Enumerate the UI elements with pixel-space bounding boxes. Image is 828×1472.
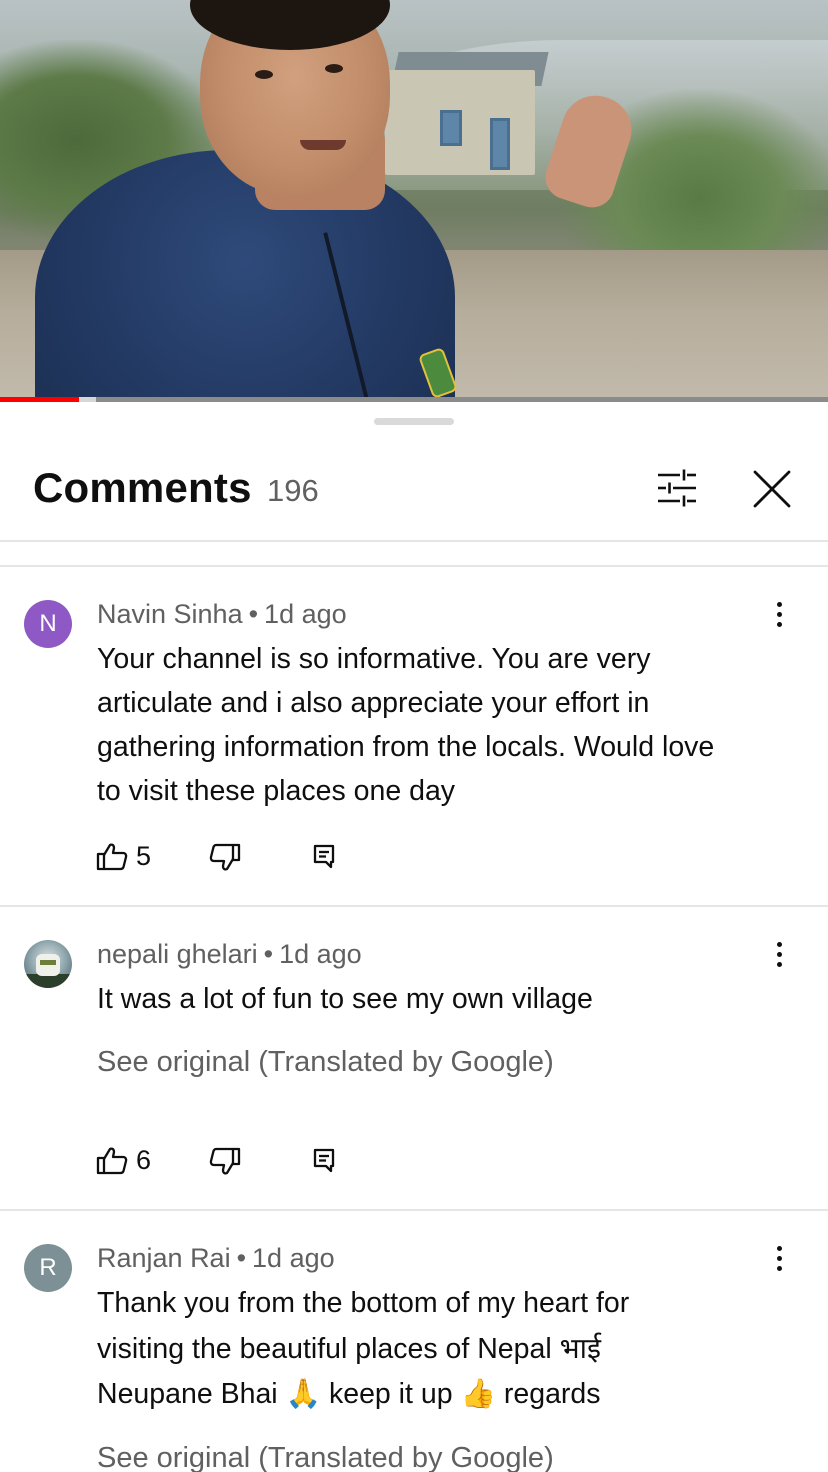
avatar[interactable] xyxy=(24,940,72,988)
see-original-link[interactable]: See original (Translated by Google) xyxy=(97,1046,554,1079)
comments-title: Comments xyxy=(33,464,252,511)
video-house-window xyxy=(440,110,462,146)
reply-comment-icon xyxy=(313,844,335,869)
video-person-eye xyxy=(255,70,273,79)
comment-text-line: gathering information from the locals. W… xyxy=(97,731,715,763)
comment-text-line: Neupane Bhai 🙏 keep it up 👍 regards xyxy=(97,1378,601,1410)
comment-text-line: Your channel is so informative. You are … xyxy=(97,643,651,675)
sliders-icon xyxy=(658,469,696,507)
reply-button[interactable] xyxy=(312,842,336,872)
avatar-photo-figure xyxy=(36,954,60,976)
comment-divider xyxy=(0,565,828,567)
header-divider xyxy=(0,540,828,542)
comment-divider xyxy=(0,905,828,907)
see-original-link[interactable]: See original (Translated by Google) xyxy=(97,1442,554,1472)
comment-actions: 5 xyxy=(96,841,356,872)
comment-text: Thank you from the bottom of my heart fo… xyxy=(97,1281,797,1418)
comment-text-line: visiting the beautiful places of Nepal भ… xyxy=(97,1332,602,1365)
comment-more-button[interactable] xyxy=(768,1244,792,1274)
comment-text-line: It was a lot of fun to see my own villag… xyxy=(97,983,593,1015)
comments-count: 196 xyxy=(267,473,319,508)
avatar[interactable]: N xyxy=(24,600,72,648)
comment-more-button[interactable] xyxy=(768,600,792,630)
filter-button[interactable] xyxy=(654,468,700,508)
comment-author[interactable]: Navin Sinha xyxy=(97,599,243,629)
comment-divider xyxy=(0,1209,828,1211)
comment-text: Your channel is so informative. You are … xyxy=(97,637,797,813)
thumbs-up-icon xyxy=(96,843,128,871)
avatar[interactable]: R xyxy=(24,1244,72,1292)
comment-more-button[interactable] xyxy=(768,940,792,970)
comment-text: It was a lot of fun to see my own villag… xyxy=(97,977,797,1021)
drag-handle[interactable] xyxy=(374,418,454,425)
video-house-door xyxy=(490,118,510,170)
close-icon xyxy=(753,470,791,508)
comment-author[interactable]: nepali ghelari xyxy=(97,939,258,969)
comment-actions: 6 xyxy=(96,1145,356,1176)
like-button[interactable]: 6 xyxy=(96,1145,176,1176)
comment-text-line: Thank you from the bottom of my heart fo… xyxy=(97,1287,630,1319)
comment-time: 1d ago xyxy=(264,599,347,629)
comment-author[interactable]: Ranjan Rai xyxy=(97,1243,231,1273)
avatar-photo-ground xyxy=(24,974,72,988)
comment-time: 1d ago xyxy=(279,939,362,969)
comments-sheet: Comments 196 N Navin Sinha • 1d ago Your c… xyxy=(0,402,828,1472)
reply-comment-icon xyxy=(313,1148,335,1173)
comment-meta: Ranjan Rai • 1d ago xyxy=(97,1243,335,1274)
dislike-button[interactable] xyxy=(209,1146,241,1176)
close-button[interactable] xyxy=(749,466,795,512)
video-person-mouth xyxy=(300,140,346,150)
video-person-eye xyxy=(325,64,343,73)
meta-separator: • xyxy=(236,1243,247,1273)
thumbs-down-icon xyxy=(209,843,241,871)
like-count: 6 xyxy=(136,1145,152,1175)
meta-separator: • xyxy=(263,939,274,969)
comments-header: Comments 196 xyxy=(0,452,828,532)
comment-text-line: to visit these places one day xyxy=(97,775,456,807)
avatar-photo-figure-detail xyxy=(40,960,56,965)
dislike-button[interactable] xyxy=(209,842,241,872)
thumbs-down-icon xyxy=(209,1147,241,1175)
comment-text-line: articulate and i also appreciate your ef… xyxy=(97,687,650,719)
thumbs-up-icon xyxy=(96,1147,128,1175)
comment-time: 1d ago xyxy=(252,1243,335,1273)
comment-meta: Navin Sinha • 1d ago xyxy=(97,599,347,630)
like-button[interactable]: 5 xyxy=(96,841,176,872)
comment-meta: nepali ghelari • 1d ago xyxy=(97,939,362,970)
reply-button[interactable] xyxy=(312,1146,336,1176)
meta-separator: • xyxy=(248,599,259,629)
video-person-jacket xyxy=(35,150,455,402)
like-count: 5 xyxy=(136,841,152,871)
video-player[interactable] xyxy=(0,0,828,402)
